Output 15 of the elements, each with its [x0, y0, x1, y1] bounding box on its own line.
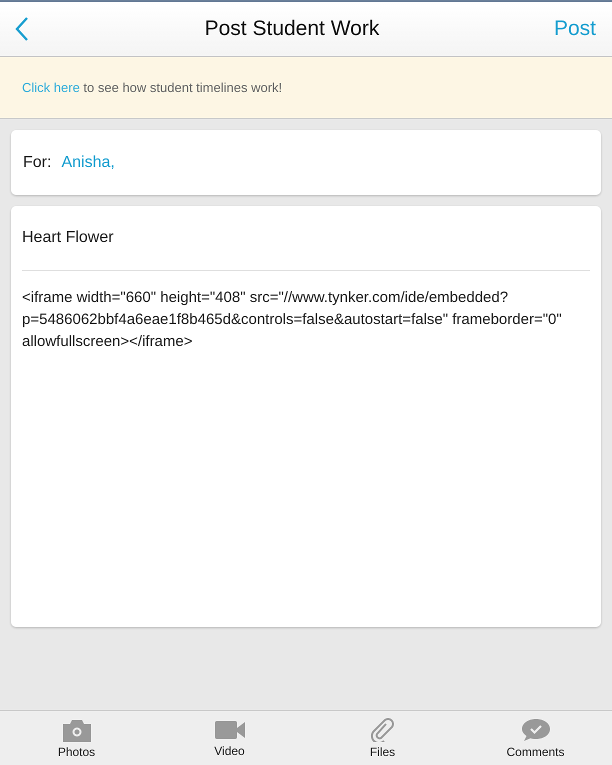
toolbar-button[interactable]: Photos: [0, 711, 153, 765]
for-label: For:: [23, 154, 52, 172]
toolbar-button[interactable]: Files: [306, 711, 459, 765]
page-title: Post Student Work: [204, 17, 380, 41]
video-camera-icon: [214, 718, 246, 740]
back-chevron-icon: [14, 16, 30, 42]
post-body-field[interactable]: <iframe width="660" height="408" src="//www.tynker.com/ide/embedded?p=5486062bbf4a6eae1f8b465d&controls=false&autostart=false" frameborder="0" allowfullscreen></iframe>: [22, 271, 590, 353]
toolbar-button[interactable]: Comments: [459, 711, 612, 765]
back-button[interactable]: [14, 16, 30, 42]
toolbar-button[interactable]: Video: [153, 711, 306, 765]
comment-check-icon: [520, 718, 550, 742]
post-title-field[interactable]: Heart Flower: [22, 206, 590, 271]
camera-icon: [62, 718, 92, 742]
paperclip-icon: [370, 718, 396, 742]
banner-text: Click here to see how student timelines work!: [22, 80, 282, 95]
